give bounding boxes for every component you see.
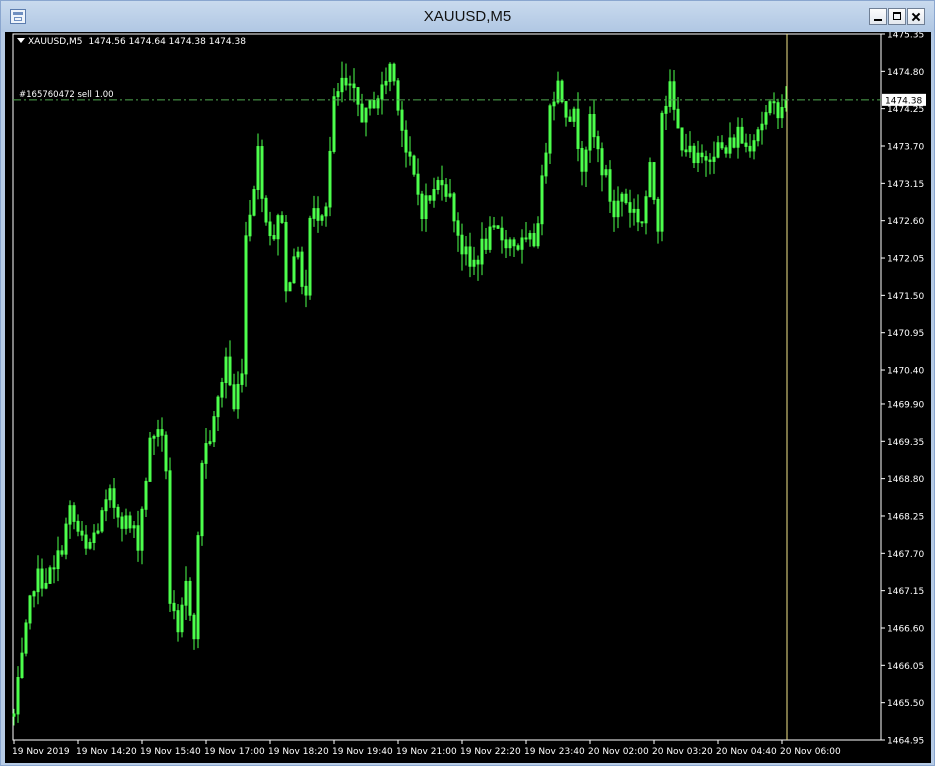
candle-body	[52, 567, 56, 570]
candle-body	[772, 101, 776, 104]
candle-body	[524, 237, 528, 240]
title-bar[interactable]: XAUUSD,M5	[1, 1, 934, 32]
maximize-button[interactable]	[888, 8, 906, 25]
x-tick-label: 19 Nov 15:40	[140, 747, 201, 757]
plot-frame	[12, 33, 882, 741]
x-tick-label: 20 Nov 03:20	[652, 747, 713, 757]
chart-info: XAUUSD,M5 1474.56 1474.64 1474.38 1474.38	[17, 37, 246, 47]
y-tick-label: 1464.95	[887, 737, 924, 747]
x-tick-label: 20 Nov 02:00	[588, 747, 649, 757]
y-tick-label: 1472.05	[887, 255, 924, 265]
y-tick-label: 1469.90	[887, 400, 924, 410]
x-tick-label: 19 Nov 22:20	[460, 747, 521, 757]
y-tick-label: 1468.80	[887, 475, 924, 485]
dropdown-triangle-icon[interactable]	[17, 38, 25, 43]
price-chart[interactable]: 1475.35 1474.80 1474.25 1473.70 1473.15 1472.…	[5, 32, 931, 763]
y-tick-label: 1470.95	[887, 329, 924, 339]
x-tick-label: 19 Nov 19:40	[332, 747, 393, 757]
candle-body	[348, 83, 352, 86]
window-title: XAUUSD,M5	[423, 8, 512, 25]
y-tick-label: 1467.70	[887, 550, 924, 560]
symbol-label: XAUUSD,M5	[28, 37, 83, 47]
x-tick-label: 20 Nov 06:00	[780, 747, 841, 757]
x-tick-label: 19 Nov 14:20	[76, 747, 137, 757]
x-tick-label: 19 Nov 2019	[12, 747, 70, 757]
y-tick-label: 1473.70	[887, 143, 924, 153]
chart-window: XAUUSD,M5 1475.35 1474.80 1474.25 1473.70 14…	[0, 0, 935, 766]
x-tick-label: 19 Nov 23:40	[524, 747, 585, 757]
order-label[interactable]: #165760472 sell 1.00	[19, 90, 114, 100]
x-tick-label: 19 Nov 18:20	[268, 747, 329, 757]
y-tick-label: 1470.40	[887, 367, 924, 377]
y-tick-label: 1474.80	[887, 68, 924, 78]
y-tick-label: 1474.25	[887, 105, 924, 115]
y-tick-label: 1465.50	[887, 699, 924, 709]
minimize-button[interactable]	[869, 8, 887, 25]
y-tick-label: 1472.60	[887, 217, 924, 227]
x-tick-label: 19 Nov 17:00	[204, 747, 265, 757]
x-tick-label: 20 Nov 04:40	[716, 747, 777, 757]
current-price-label: 1474.38	[885, 96, 922, 106]
y-tick-label: 1466.60	[887, 624, 924, 634]
x-tick-label: 19 Nov 21:00	[396, 747, 457, 757]
y-tick-label: 1473.15	[887, 180, 924, 190]
y-tick-label: 1466.05	[887, 662, 924, 672]
y-tick-label: 1468.25	[887, 512, 924, 522]
chart-area[interactable]: 1475.35 1474.80 1474.25 1473.70 1473.15 1472.…	[5, 32, 931, 763]
close-button[interactable]	[907, 8, 925, 25]
ohlc-values: 1474.56 1474.64 1474.38 1474.38	[88, 37, 246, 47]
y-tick-label: 1475.35	[887, 32, 924, 41]
y-tick-label: 1467.15	[887, 587, 924, 597]
y-tick-label: 1469.35	[887, 438, 924, 448]
y-tick-label: 1471.50	[887, 292, 924, 302]
